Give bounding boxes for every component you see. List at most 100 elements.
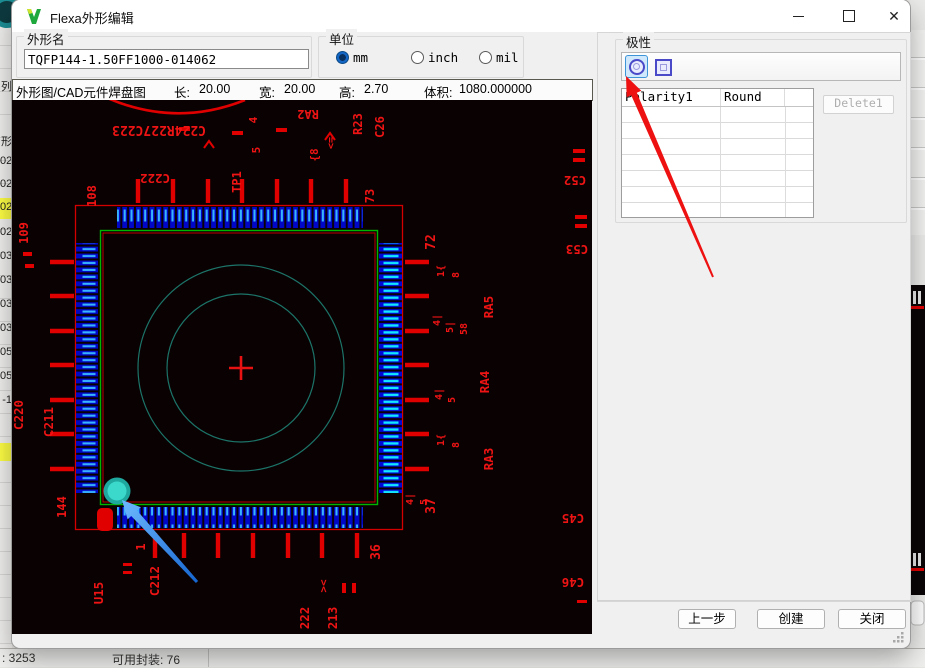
radio-icon	[479, 51, 492, 64]
volume-label: 体积:	[424, 86, 453, 100]
pin-number: 108	[85, 185, 99, 207]
square-tool-icon	[660, 64, 667, 71]
pad-row-top	[117, 207, 363, 228]
previous-step-button[interactable]: 上一步	[678, 609, 736, 629]
window-title: Flexa外形编辑	[50, 11, 134, 26]
background-row: 05	[0, 370, 12, 382]
pin-number: 109	[17, 222, 31, 244]
background-row: 列	[1, 81, 12, 93]
polarity-panel: 极性 Polarity1 Round Delete1	[597, 32, 911, 602]
length-label: 长:	[174, 86, 190, 100]
resize-grip[interactable]	[892, 631, 905, 644]
radio-icon	[411, 51, 424, 64]
silk-label: <=	[326, 137, 337, 149]
silk-label: 4|	[405, 493, 416, 505]
background-highlight-cell	[0, 443, 12, 461]
background-row: 03	[0, 274, 12, 286]
polarity-group: 极性 Polarity1 Round Delete1	[615, 32, 907, 223]
maximize-button[interactable]	[827, 0, 871, 32]
flexa-shape-editor-dialog: Flexa外形编辑 ✕ 外形名 单位 mm inch mil 外形图/CAD元件…	[11, 0, 911, 648]
shape-name-input[interactable]	[24, 49, 309, 69]
silk-labels: C224R227C223 RA2 R23 C26 C222 TP1 5 4 {8…	[11, 107, 588, 630]
footprint-info-bar: 外形图/CAD元件焊盘图 长: 20.00 宽: 20.00 高: 2.70 体…	[12, 79, 593, 101]
delete1-button[interactable]: Delete1	[823, 95, 894, 114]
silk-label: 5	[447, 397, 458, 403]
maximize-icon	[843, 10, 855, 22]
polarity-table-header: Polarity1 Round	[622, 89, 813, 107]
background-row: 03	[0, 322, 12, 334]
column-divider	[720, 107, 721, 217]
silk-carets	[203, 131, 336, 149]
status-count: : 3253	[2, 651, 36, 665]
silk-label: C45	[562, 511, 585, 526]
unit-option-label: mm	[353, 50, 369, 65]
polarity-toolbar	[621, 52, 901, 81]
shape-name-label: 外形名	[24, 29, 68, 48]
silk-label: RA3	[481, 448, 496, 471]
background-row: 形	[1, 136, 12, 148]
unit-radio-inch[interactable]: inch	[411, 50, 458, 65]
silk-label: 213	[325, 607, 340, 630]
silk-label: C26	[373, 116, 387, 138]
width-value: 20.00	[284, 82, 316, 96]
pin-number: 144	[55, 496, 69, 518]
silk-label: 58	[459, 323, 470, 335]
column-divider	[785, 107, 786, 217]
silk-label: 8	[451, 442, 462, 448]
cad-canvas[interactable]: C224R227C223 RA2 R23 C26 C222 TP1 5 4 {8…	[11, 95, 592, 634]
create-button[interactable]: 创建	[757, 609, 825, 629]
silk-label: 222	[297, 607, 312, 630]
silk-label: 4|	[432, 314, 443, 326]
unit-radio-mil[interactable]: mil	[479, 50, 519, 65]
pin-number: 73	[363, 189, 377, 203]
status-separator	[208, 649, 209, 667]
close-icon: ✕	[888, 8, 900, 24]
silk-label: {8	[308, 148, 321, 161]
minimize-button[interactable]	[776, 0, 820, 32]
unit-group: 单位 mm inch mil	[318, 29, 524, 78]
silk-label: C212	[147, 566, 162, 596]
pin-number: 72	[424, 234, 439, 250]
background-row: 03	[0, 298, 12, 310]
pin-number: 36	[369, 544, 384, 560]
center-cross	[229, 356, 253, 380]
background-app-strip	[910, 0, 925, 666]
silk-label: C211	[41, 407, 56, 437]
background-row: 05	[0, 346, 12, 358]
silk-label: TP1	[230, 171, 244, 193]
pin1-pad	[97, 508, 113, 531]
silk-label: RA5	[481, 296, 496, 319]
height-value: 2.70	[364, 82, 389, 96]
silk-label: 8	[451, 272, 462, 278]
unit-label: 单位	[326, 29, 358, 48]
square-tool-button[interactable]	[655, 59, 672, 76]
silk-label: C224R227C223	[112, 122, 206, 137]
polarity-marker-dot	[107, 481, 127, 501]
background-table-strip: 列 形 02 02 02 02 03 03 03 03 05 05 -1	[0, 0, 23, 666]
info-title: 外形图/CAD元件焊盘图	[16, 86, 146, 100]
pad-column-left	[76, 243, 98, 493]
silk-label: C222	[140, 171, 170, 186]
status-available-packages: 可用封装: 76	[112, 653, 181, 667]
background-row: 02	[0, 155, 12, 167]
volume-value: 1080.000000	[459, 82, 532, 96]
polarity-table-body	[622, 107, 813, 217]
close-dialog-button[interactable]: 关闭	[838, 609, 906, 629]
neighbor-silk-arc	[104, 95, 246, 115]
pcb-footprint-drawing: C224R227C223 RA2 R23 C26 C222 TP1 5 4 {8…	[11, 95, 588, 630]
width-label: 宽:	[259, 86, 275, 100]
circle-tool-button[interactable]	[625, 55, 648, 78]
pin-number: 1	[134, 543, 148, 550]
title-bar[interactable]: Flexa外形编辑 ✕	[12, 0, 910, 32]
silk-label: U15	[91, 582, 106, 605]
silk-label: 1{	[436, 434, 447, 446]
polarity-label: 极性	[623, 32, 655, 51]
close-button[interactable]: ✕	[872, 0, 916, 32]
silk-label: C220	[12, 400, 26, 430]
silk-label: RA4	[477, 371, 492, 394]
background-pcb-marks	[910, 291, 925, 626]
circle-tool-icon	[628, 58, 645, 75]
polarity-table[interactable]: Polarity1 Round	[621, 88, 814, 218]
silk-label: C52	[564, 173, 587, 188]
unit-radio-mm[interactable]: mm	[336, 50, 368, 65]
